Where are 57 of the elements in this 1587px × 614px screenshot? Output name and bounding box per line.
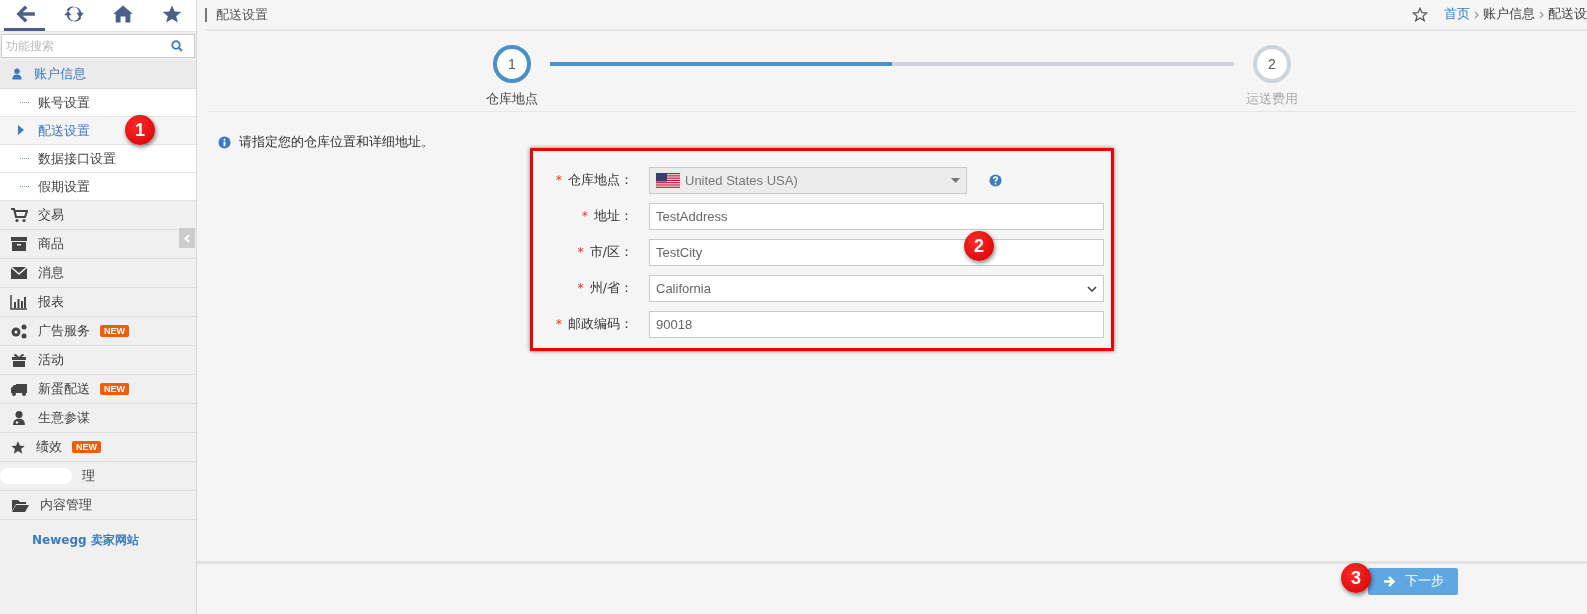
flag-icon [656, 172, 680, 189]
gift-icon [10, 352, 28, 368]
brand-link[interactable]: Newegg 卖家网站 [0, 520, 196, 549]
gears-icon [10, 323, 28, 339]
step-circle: 1 [493, 45, 531, 83]
star-icon[interactable] [1412, 7, 1428, 22]
state-select[interactable]: California [649, 275, 1104, 302]
refresh-icon [62, 4, 85, 24]
field-label: 州/省： [589, 280, 633, 295]
required-mark: * [577, 280, 584, 295]
submenu-item[interactable]: 数据接口设置 [0, 145, 196, 173]
archive-icon [10, 236, 28, 252]
submenu-item[interactable]: 假期设置 [0, 173, 196, 201]
chevron-left-icon [184, 233, 190, 243]
field-label: 地址： [594, 208, 633, 223]
home-icon [111, 4, 134, 24]
callout-marker: 2 [964, 231, 994, 261]
field-label: 邮政编码： [568, 316, 633, 331]
step-label: 运送费用 [1246, 90, 1298, 108]
input-field[interactable]: TestAddress [649, 203, 1104, 230]
required-mark: * [555, 172, 562, 187]
cart-icon [10, 207, 28, 223]
new-badge: NEW [100, 325, 129, 337]
caret-icon [951, 178, 960, 183]
folder-icon [10, 497, 30, 513]
person-icon [10, 410, 28, 426]
help-icon[interactable] [989, 174, 1002, 187]
arrow-right-icon [1382, 576, 1395, 587]
truck-icon [10, 381, 28, 397]
breadcrumb-link[interactable]: 首页 [1444, 6, 1470, 23]
required-mark: * [581, 208, 588, 223]
info-icon [218, 136, 231, 149]
new-badge: NEW [100, 383, 129, 395]
star-icon [10, 439, 26, 455]
bar-chart-icon [10, 294, 28, 310]
required-mark: * [577, 244, 584, 259]
chevron-right-icon [1474, 10, 1479, 19]
new-badge: NEW [72, 441, 101, 453]
menu-item[interactable]: 账户信息 [0, 60, 196, 89]
chevron-right-icon [1539, 10, 1544, 19]
input-field[interactable]: 90018 [649, 311, 1104, 338]
user-icon [10, 67, 24, 81]
submenu-item[interactable]: 账号设置 [0, 89, 196, 117]
field-label: 市/区： [589, 244, 633, 259]
instruction-text: 请指定您的仓库位置和详细地址。 [239, 134, 434, 151]
star-icon [160, 4, 183, 24]
step-circle: 2 [1253, 45, 1291, 83]
breadcrumb-link[interactable]: 配送设 [1548, 6, 1587, 23]
field-label: 仓库地点： [568, 172, 633, 187]
envelope-icon [10, 265, 28, 281]
search-icon [171, 40, 183, 52]
search-field[interactable]: 功能搜索 [1, 34, 195, 58]
chevron-down-icon [1087, 285, 1097, 292]
step-label: 仓库地点 [486, 90, 538, 108]
page-title: 配送设置 [205, 7, 268, 22]
breadcrumb-link[interactable]: 账户信息 [1483, 6, 1535, 23]
required-mark: * [555, 316, 562, 331]
